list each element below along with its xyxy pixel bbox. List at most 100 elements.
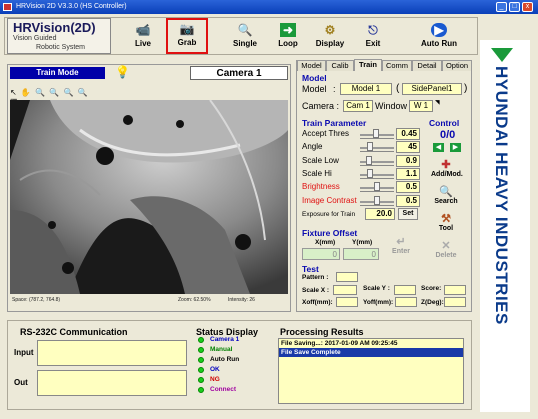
status-list: Camera 1 Manual Auto Run OK NG Connect: [198, 336, 268, 399]
x-offset-label: Xoff(mm):: [302, 299, 333, 306]
exit-label: Exit: [365, 39, 381, 48]
title-bar: HRVision 2D V3.3.0 (HS Controller): [0, 0, 538, 14]
add-modify-button[interactable]: ✚ Add/Mod.: [431, 159, 463, 181]
list-item: File Saving...: 2017-01-09 AM 09:25:45: [281, 340, 398, 347]
y-offset-field[interactable]: 0: [343, 248, 379, 260]
grab-button[interactable]: 📷 Grab: [166, 18, 208, 54]
parameter-slider[interactable]: [360, 168, 394, 179]
panel-name-field[interactable]: SidePanel1: [402, 83, 462, 95]
window-field[interactable]: W 1: [409, 100, 433, 112]
parameter-label: Image Contrast: [302, 195, 357, 205]
y-offset-result: [395, 297, 417, 307]
light-bulb-icon[interactable]: 💡: [115, 64, 130, 80]
tab-calib[interactable]: Calib: [326, 60, 354, 71]
model-colon: :: [333, 84, 336, 94]
set-exposure-button[interactable]: Set: [398, 208, 418, 220]
slider-thumb[interactable]: [367, 168, 373, 178]
close-button[interactable]: x: [522, 2, 533, 12]
model-name-field[interactable]: Model 1: [340, 83, 392, 95]
tab-detail[interactable]: Detail: [412, 60, 442, 71]
camera-label: Camera :: [302, 101, 340, 111]
live-label: Live: [134, 39, 151, 48]
parameter-value[interactable]: 0.9: [396, 154, 420, 167]
enter-button[interactable]: ↵ Enter: [386, 236, 416, 258]
search-icon: 🔍: [439, 186, 453, 198]
tab-train[interactable]: Train: [354, 59, 382, 71]
model-label: Model: [302, 84, 327, 94]
exposure-label: Exposure for Train: [302, 211, 356, 218]
processing-results-list[interactable]: File Saving...: 2017-01-09 AM 09:25:45 F…: [278, 338, 464, 404]
tab-model[interactable]: Model: [297, 60, 326, 71]
grab-label: Grab: [177, 38, 197, 47]
rs232-input-field[interactable]: [37, 340, 187, 366]
score-label: Score:: [421, 285, 442, 292]
parameter-slider[interactable]: [360, 195, 394, 206]
slider-track: [360, 147, 394, 150]
tool-button[interactable]: ⚒ Tool: [431, 213, 461, 235]
train-mode-label: Train Mode: [10, 67, 105, 79]
live-button[interactable]: 📹 Live: [124, 20, 162, 52]
slider-thumb[interactable]: [367, 142, 373, 152]
image-tools[interactable]: ↖ ✋ 🔍 🔍 🔍 🔍 ▦: [10, 88, 90, 106]
parameter-slider[interactable]: [360, 182, 394, 193]
out-label: Out: [14, 378, 28, 387]
list-item-selected: File Save Complete: [279, 348, 463, 357]
test-title: Test: [302, 264, 319, 274]
input-label: Input: [14, 348, 34, 357]
slider-track: [360, 173, 394, 176]
parameter-value[interactable]: 1.1: [396, 167, 420, 180]
parameter-value[interactable]: 0.5: [396, 194, 420, 207]
control-title: Control: [429, 118, 460, 128]
processing-results-title: Processing Results: [280, 327, 364, 337]
slider-thumb[interactable]: [374, 182, 380, 192]
search-button[interactable]: 🔍 Search: [431, 186, 461, 208]
single-button[interactable]: 🔍 Single: [226, 20, 264, 52]
parameter-slider[interactable]: [360, 129, 394, 139]
scale-x-field: [333, 285, 357, 295]
tab-option[interactable]: Option: [442, 60, 472, 71]
camera-image[interactable]: [10, 100, 288, 294]
camera-icon: 📷: [179, 22, 195, 36]
parameter-value[interactable]: 0.45: [396, 128, 420, 140]
exit-button[interactable]: ⎋ Exit: [356, 20, 390, 52]
train-count: 0/0: [440, 129, 456, 141]
parameter-label: Scale Hi: [302, 168, 332, 178]
parameter-value[interactable]: 0.5: [396, 181, 420, 194]
window-spinner[interactable]: ◥: [435, 99, 440, 106]
y-offset-label: Yoff(mm):: [363, 299, 394, 306]
x-offset-field[interactable]: 0: [302, 248, 340, 260]
arrow-right-icon: ➜: [280, 23, 296, 37]
tool-icon: ⚒: [441, 213, 451, 225]
previous-arrow-icon[interactable]: ◀: [433, 143, 444, 152]
pattern-field: [336, 272, 358, 282]
status-ok-label: OK: [210, 366, 220, 373]
x-offset-result: [336, 297, 358, 307]
brand-text: HYUNDAI HEAVY INDUSTRIES: [492, 66, 511, 325]
slider-thumb[interactable]: [374, 195, 380, 205]
slider-thumb[interactable]: [372, 129, 379, 138]
fixture-offset-title: Fixture Offset: [302, 228, 358, 238]
delete-button[interactable]: ✕ Delete: [431, 240, 461, 262]
next-arrow-icon[interactable]: ▶: [450, 143, 461, 152]
tab-comm[interactable]: Comm: [382, 60, 412, 71]
exposure-value[interactable]: 20.0: [365, 208, 395, 220]
zoom-level: Zoom: 62.50%: [178, 297, 211, 303]
maximize-button[interactable]: □: [509, 2, 520, 12]
loop-button[interactable]: ➜ Loop: [270, 20, 306, 52]
camera-field[interactable]: Cam 1: [343, 100, 373, 112]
play-icon: ▶: [431, 23, 447, 37]
delete-icon: ✕: [441, 240, 451, 252]
model-section-title: Model: [302, 73, 327, 83]
loop-label: Loop: [278, 39, 298, 48]
add-model-icon: ✚: [441, 159, 451, 171]
auto-run-button[interactable]: ▶ Auto Run: [412, 20, 466, 52]
parameter-value[interactable]: 45: [396, 141, 420, 154]
display-button[interactable]: ⚙ Display: [310, 20, 350, 52]
parameter-slider[interactable]: [360, 142, 394, 153]
parameter-slider[interactable]: [360, 155, 394, 166]
slider-thumb[interactable]: [365, 155, 372, 165]
exit-door-icon: ⎋: [368, 23, 378, 37]
single-label: Single: [232, 39, 257, 48]
minimize-button[interactable]: _: [496, 2, 507, 12]
enter-label: Enter: [392, 248, 410, 255]
